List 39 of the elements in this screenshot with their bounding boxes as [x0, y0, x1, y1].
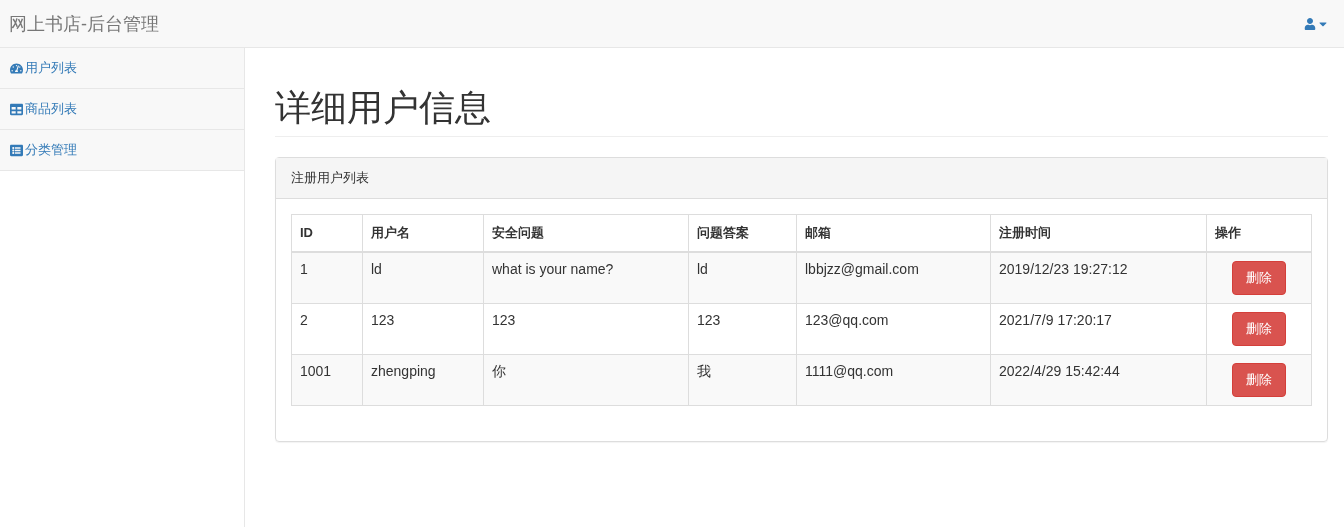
table-cell: ld	[688, 251, 797, 304]
user-menu-button[interactable]	[1304, 17, 1329, 30]
table-cell: 2021/7/9 17:20:17	[990, 303, 1207, 355]
table-cell: 1111@qq.com	[796, 354, 991, 406]
table-cell: ld	[362, 251, 484, 304]
table-cell: 123	[688, 303, 797, 355]
table-cell: 2019/12/23 19:27:12	[990, 251, 1207, 304]
table-cell: 1	[291, 251, 363, 304]
column-header: 邮箱	[796, 214, 991, 252]
table-cell: 123	[483, 303, 689, 355]
table-icon	[10, 102, 23, 116]
delete-button[interactable]: 删除	[1232, 311, 1286, 346]
gauge-icon	[10, 61, 23, 75]
user-icon	[1304, 17, 1316, 30]
table-cell: 123@qq.com	[796, 303, 991, 355]
column-header: 用户名	[362, 214, 484, 252]
table-cell: 你	[483, 354, 689, 406]
column-header: 操作	[1206, 214, 1312, 252]
brand-title[interactable]: 网上书店-后台管理	[9, 11, 159, 36]
table-cell: 2022/4/29 15:42:44	[990, 354, 1207, 406]
column-header: ID	[291, 214, 363, 252]
page-title: 详细用户信息	[275, 88, 1328, 137]
sidebar-item[interactable]: 用户列表	[0, 48, 244, 89]
table-cell: 1001	[291, 354, 363, 406]
sidebar-item[interactable]: 分类管理	[0, 130, 244, 171]
column-header: 安全问题	[483, 214, 689, 252]
list-icon	[10, 143, 23, 157]
table-cell: what is your name?	[483, 251, 689, 304]
table-cell: lbbjzz@gmail.com	[796, 251, 991, 304]
table-cell: zhengping	[362, 354, 484, 406]
delete-button[interactable]: 删除	[1232, 260, 1286, 295]
panel-heading: 注册用户列表	[276, 157, 1327, 199]
column-header: 问题答案	[688, 214, 797, 252]
table-cell: 我	[688, 354, 797, 406]
table-cell: 2	[291, 303, 363, 355]
sidebar-item[interactable]: 商品列表	[0, 89, 244, 130]
column-header: 注册时间	[990, 214, 1207, 252]
table-cell: 123	[362, 303, 484, 355]
delete-button[interactable]: 删除	[1232, 362, 1286, 397]
